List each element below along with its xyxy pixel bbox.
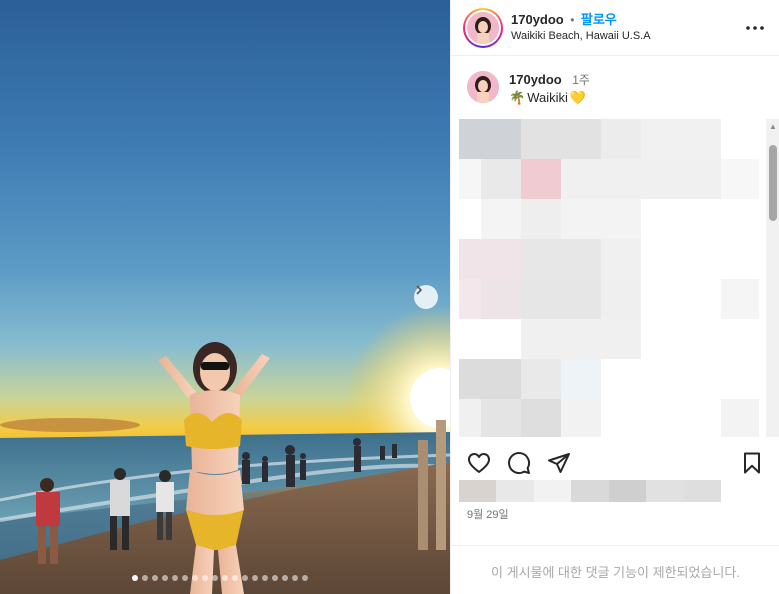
avatar-image — [467, 71, 499, 103]
carousel-dot — [192, 575, 198, 581]
more-options-button[interactable] — [743, 16, 767, 40]
caption-text-label: Waikiki — [527, 90, 568, 105]
more-options-icon — [746, 25, 764, 30]
post-side-panel: 170ydoo • 팔로우 Waikiki Beach, Hawaii U.S.… — [450, 0, 779, 594]
avatar-image — [467, 11, 499, 44]
comment-icon — [508, 452, 531, 475]
blurred-likes — [459, 480, 721, 502]
post-location[interactable]: Waikiki Beach, Hawaii U.S.A — [511, 28, 743, 44]
yellow-heart-emoji: 💛 — [569, 90, 587, 105]
chevron-right-icon — [416, 285, 423, 295]
palm-tree-emoji: 🌴 — [509, 90, 526, 105]
carousel-dot — [172, 575, 178, 581]
carousel-dot — [232, 575, 238, 581]
story-ring[interactable] — [463, 7, 503, 48]
carousel-indicator — [132, 575, 308, 581]
carousel-dot — [162, 575, 168, 581]
heart-icon — [468, 453, 490, 473]
caption: 170ydoo 1주 🌴 Waikiki 💛 — [451, 57, 779, 106]
blurred-comments — [459, 119, 759, 437]
carousel-dot — [252, 575, 258, 581]
post-header: 170ydoo • 팔로우 Waikiki Beach, Hawaii U.S.… — [451, 0, 779, 56]
post-username[interactable]: 170ydoo — [511, 12, 564, 27]
save-button[interactable] — [738, 449, 766, 477]
comment-button[interactable] — [505, 449, 533, 477]
carousel-dot — [262, 575, 268, 581]
caption-time[interactable]: 1주 — [572, 73, 590, 87]
avatar[interactable] — [467, 11, 499, 44]
next-slide-button[interactable] — [414, 285, 438, 309]
carousel-dot — [212, 575, 218, 581]
comments-section: 170ydoo 1주 🌴 Waikiki 💛 ▲ — [451, 57, 779, 437]
caption-username[interactable]: 170ydoo — [509, 72, 562, 87]
separator-dot: • — [570, 12, 575, 27]
carousel-dot — [242, 575, 248, 581]
header-text: 170ydoo • 팔로우 Waikiki Beach, Hawaii U.S.… — [511, 12, 743, 44]
post-media[interactable] — [0, 0, 450, 594]
scrollbar-thumb[interactable] — [769, 145, 777, 221]
carousel-dot — [272, 575, 278, 581]
carousel-dot — [302, 575, 308, 581]
like-button[interactable] — [465, 449, 493, 477]
bookmark-icon — [744, 452, 760, 474]
carousel-dot — [202, 575, 208, 581]
carousel-dot — [132, 575, 138, 581]
post-date[interactable]: 9월 29일 — [467, 506, 509, 522]
carousel-dot — [292, 575, 298, 581]
comments-scrollbar[interactable]: ▲ ▼ — [766, 119, 779, 437]
follow-button[interactable]: 팔로우 — [581, 12, 617, 27]
caption-avatar[interactable] — [467, 71, 499, 103]
carousel-dot — [182, 575, 188, 581]
beach-photo — [0, 305, 450, 594]
carousel-dot — [142, 575, 148, 581]
post-actions — [451, 446, 779, 480]
share-icon — [548, 453, 570, 473]
carousel-dot — [222, 575, 228, 581]
carousel-dot — [152, 575, 158, 581]
share-button[interactable] — [545, 449, 573, 477]
scroll-up-arrow-icon[interactable]: ▲ — [768, 121, 778, 131]
carousel-dot — [282, 575, 288, 581]
caption-text: 🌴 Waikiki 💛 — [509, 89, 590, 106]
divider — [451, 545, 779, 546]
comments-restricted-notice: 이 게시물에 대한 댓글 기능이 제한되었습니다. — [491, 565, 740, 580]
